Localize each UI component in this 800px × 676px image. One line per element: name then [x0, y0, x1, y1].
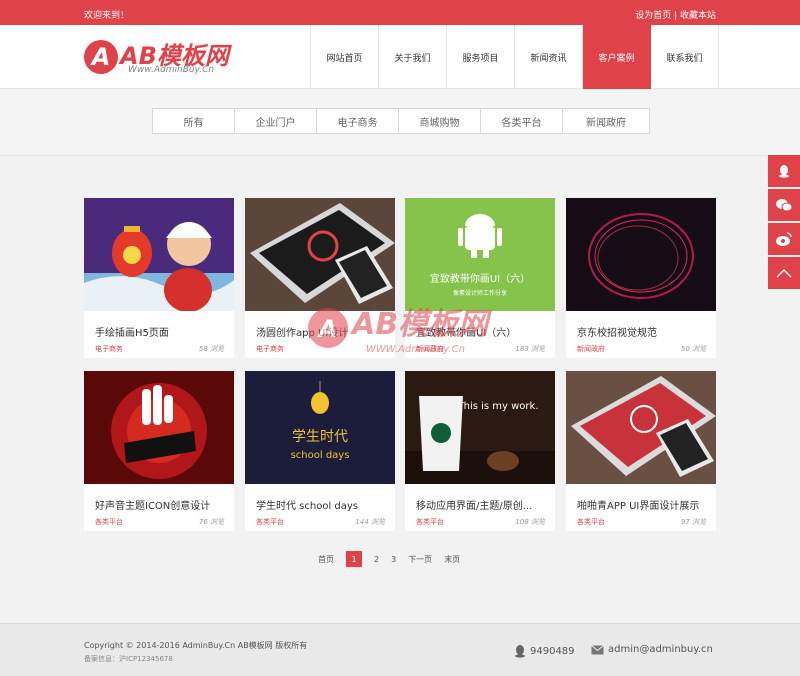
filter-platforms[interactable]: 各类平台 — [481, 109, 563, 133]
case-thumbnail — [566, 198, 716, 311]
welcome-text: 欢迎来到！ — [84, 11, 130, 21]
case-card[interactable]: 汤圆创作app UI设计 电子商务 — [245, 198, 395, 358]
copyright-text: Copyright © 2014-2016 AdminBuy.Cn AB模板网 … — [84, 641, 308, 650]
footer-email[interactable]: admin@adminbuy.cn — [591, 644, 713, 655]
case-title: 宜致教带你画UI（六） — [416, 328, 517, 339]
thumb-subtitle: 像素设计师工作分享 — [453, 289, 507, 297]
pager-page[interactable]: 2 — [374, 555, 379, 564]
case-card[interactable]: 啪啪青APP UI界面设计展示 各类平台 97 浏览 — [566, 371, 716, 531]
footer: Copyright © 2014-2016 AdminBuy.Cn AB模板网 … — [0, 623, 800, 676]
case-card[interactable]: 京东校招视觉规范 新闻政府 50 浏览 — [566, 198, 716, 358]
case-views: 97 浏览 — [680, 518, 706, 526]
case-title: 移动应用界面/主题/原创... — [416, 501, 533, 512]
case-thumbnail: 学生时代 school days — [245, 371, 395, 484]
favorite-link[interactable]: 收藏本站 — [680, 11, 716, 21]
case-category[interactable]: 各类平台 — [256, 517, 284, 527]
case-title: 手绘插画H5页面 — [95, 328, 169, 339]
pagination: 首页 1 2 3 下一页 末页 — [312, 551, 466, 567]
case-category[interactable]: 各类平台 — [577, 517, 605, 527]
pager-page[interactable]: 3 — [391, 555, 396, 564]
chevron-up-icon — [776, 268, 792, 278]
case-title: 京东校招视觉规范 — [577, 328, 657, 339]
top-links: 设为首页 | 收藏本站 — [635, 8, 716, 21]
case-thumbnail — [245, 198, 395, 311]
filter-government[interactable]: 新闻政府 — [563, 109, 649, 133]
header: AB模板网 Www.AdminBuy.Cn 网站首页 关于我们 服务项目 新闻资… — [0, 25, 800, 89]
qq-button[interactable] — [768, 155, 800, 187]
filter-all[interactable]: 所有 — [153, 109, 235, 133]
site-logo[interactable]: AB模板网 Www.AdminBuy.Cn — [84, 36, 264, 80]
logo-url: Www.AdminBuy.Cn — [128, 65, 215, 75]
mail-icon — [591, 644, 604, 654]
case-card[interactable]: 手绘插画H5页面 电子商务 58 浏览 — [84, 198, 234, 358]
weibo-icon — [776, 232, 792, 246]
filter-mall[interactable]: 商城购物 — [399, 109, 481, 133]
pager-first[interactable]: 首页 — [318, 554, 334, 565]
case-title: 汤圆创作app UI设计 — [256, 328, 349, 339]
main-nav: 网站首页 关于我们 服务项目 新闻资讯 客户案例 联系我们 — [310, 25, 719, 89]
case-thumbnail — [566, 371, 716, 484]
case-category[interactable]: 新闻政府 — [577, 344, 605, 354]
case-category[interactable]: 电子商务 — [95, 344, 123, 354]
case-thumbnail — [84, 198, 234, 311]
case-thumbnail: 宜致教带你画UI（六） 像素设计师工作分享 — [405, 198, 555, 311]
case-category[interactable]: 新闻政府 — [416, 344, 444, 354]
case-category[interactable]: 各类平台 — [95, 517, 123, 527]
case-category[interactable]: 电子商务 — [256, 344, 284, 354]
nav-item-news[interactable]: 新闻资讯 — [515, 25, 583, 89]
side-toolbar — [768, 155, 800, 291]
weibo-button[interactable] — [768, 223, 800, 255]
case-thumbnail: This is my work. — [405, 371, 555, 484]
case-category[interactable]: 各类平台 — [416, 517, 444, 527]
nav-item-about[interactable]: 关于我们 — [379, 25, 447, 89]
qq-number: 9490489 — [530, 645, 575, 657]
wechat-button[interactable] — [768, 189, 800, 221]
category-filters: 所有 企业门户 电子商务 商城购物 各类平台 新闻政府 — [152, 108, 650, 134]
category-filter-band: 所有 企业门户 电子商务 商城购物 各类平台 新闻政府 — [0, 90, 800, 156]
case-title: 啪啪青APP UI界面设计展示 — [577, 501, 700, 512]
nav-item-contact[interactable]: 联系我们 — [651, 25, 719, 89]
pager-last[interactable]: 末页 — [444, 554, 460, 565]
case-card[interactable]: This is my work. 移动应用界面/主题/原创... 各类平台 10… — [405, 371, 555, 531]
top-links-separator: | — [671, 11, 680, 21]
nav-item-cases[interactable]: 客户案例 — [583, 25, 651, 89]
email-address: admin@adminbuy.cn — [608, 644, 713, 655]
filter-ecommerce[interactable]: 电子商务 — [317, 109, 399, 133]
filter-enterprise[interactable]: 企业门户 — [235, 109, 317, 133]
thumb-title: This is my work. — [457, 401, 539, 412]
case-views: 58 浏览 — [198, 345, 224, 353]
thumb-title: 宜致教带你画UI（六） — [430, 272, 530, 285]
case-card[interactable]: 宜致教带你画UI（六） 像素设计师工作分享 宜致教带你画UI（六） 新闻政府 1… — [405, 198, 555, 358]
case-views: 50 浏览 — [680, 345, 706, 353]
case-views: 108 浏览 — [515, 518, 545, 526]
qq-icon — [515, 645, 525, 658]
logo-mark-icon — [84, 40, 118, 74]
case-views: 144 浏览 — [355, 518, 385, 526]
case-card[interactable]: 好声音主题ICON创意设计 各类平台 76 浏览 — [84, 371, 234, 531]
case-thumbnail — [84, 371, 234, 484]
case-views: 183 浏览 — [515, 345, 545, 353]
case-views: 76 浏览 — [198, 518, 224, 526]
nav-item-home[interactable]: 网站首页 — [311, 25, 379, 89]
icp-text: 备案信息：沪ICP12345678 — [84, 655, 173, 663]
back-to-top-button[interactable] — [768, 257, 800, 289]
thumb-subtitle: school days — [291, 450, 350, 461]
case-title: 好声音主题ICON创意设计 — [95, 501, 211, 512]
top-bar: 欢迎来到！ 设为首页 | 收藏本站 — [0, 0, 800, 25]
nav-item-services[interactable]: 服务项目 — [447, 25, 515, 89]
case-title: 学生时代 school days — [256, 501, 359, 512]
pager-page-current[interactable]: 1 — [346, 551, 362, 567]
thumb-title: 学生时代 — [292, 429, 348, 445]
wechat-icon — [776, 199, 793, 212]
qq-icon — [779, 165, 789, 178]
footer-qq[interactable]: 9490489 — [514, 644, 575, 658]
pager-next[interactable]: 下一页 — [408, 554, 432, 565]
set-home-link[interactable]: 设为首页 — [635, 11, 671, 21]
case-card[interactable]: 学生时代 school days 学生时代 school days 各类平台 1… — [245, 371, 395, 531]
